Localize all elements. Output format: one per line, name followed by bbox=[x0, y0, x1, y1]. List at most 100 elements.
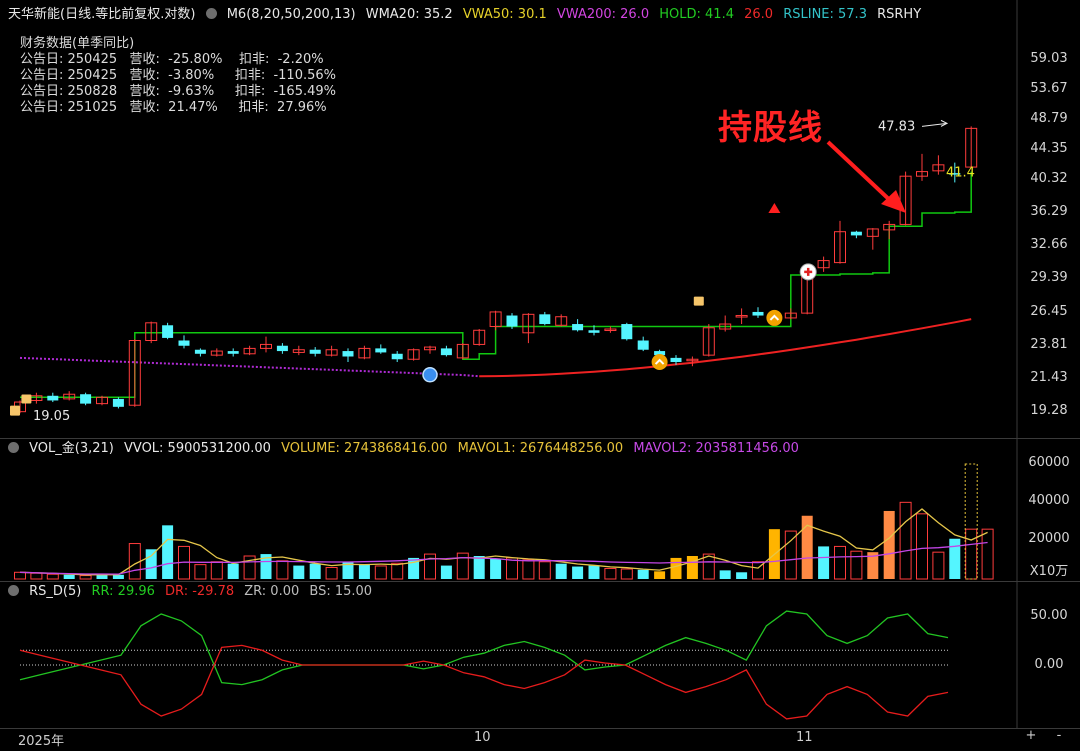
financial-row: 公告日: 251025 营收: 21.47% 扣非: 27.96% bbox=[20, 100, 327, 115]
financial-row: 公告日: 250828 营收: -9.63% 扣非: -165.49% bbox=[20, 84, 337, 99]
vwa200-value: VWA200: 26.0 bbox=[556, 7, 650, 22]
price-axis-label: 53.67 bbox=[1030, 80, 1068, 96]
x-axis-year: 2025年 bbox=[18, 734, 65, 749]
financial-title: 财务数据(单季同比) bbox=[20, 36, 135, 51]
dr-line bbox=[19, 644, 949, 720]
volume-bar bbox=[14, 571, 26, 580]
volume-bar bbox=[63, 574, 75, 579]
candle-body bbox=[309, 349, 321, 354]
rsrhy-label: RSRHY bbox=[877, 7, 922, 22]
rr-line bbox=[19, 610, 949, 686]
annotation-arrow-line bbox=[826, 140, 897, 207]
volume-bar bbox=[30, 572, 43, 580]
rs-name: RS_D(5) bbox=[29, 584, 82, 599]
volume-bar bbox=[473, 556, 485, 579]
settings-dot-icon[interactable] bbox=[8, 585, 19, 596]
vwa200-line-dotted bbox=[19, 356, 480, 378]
up-triangle-icon bbox=[768, 202, 781, 213]
candle-body bbox=[670, 357, 682, 363]
wma20-value: WMA20: 35.2 bbox=[365, 7, 453, 22]
volume-bar bbox=[834, 545, 846, 580]
candle-body bbox=[227, 351, 239, 354]
volume-bar bbox=[654, 571, 666, 579]
volume-bar bbox=[932, 551, 945, 580]
settings-dot-icon[interactable] bbox=[205, 8, 217, 19]
indicator-label: M6(8,20,50,200,13) bbox=[226, 7, 356, 22]
volume-bar bbox=[440, 565, 452, 579]
panel-separator bbox=[0, 438, 1080, 439]
volume-bar bbox=[276, 560, 289, 580]
bs-value: BS: 15.00 bbox=[309, 584, 373, 599]
candle-body bbox=[850, 231, 862, 236]
volume-value: VOLUME: 2743868416.00 bbox=[281, 441, 448, 456]
note-icon bbox=[693, 296, 704, 306]
buy-signal-icon bbox=[766, 309, 783, 326]
rsline-value: RSLINE: 57.3 bbox=[783, 7, 867, 22]
settings-dot-icon[interactable] bbox=[8, 442, 19, 453]
volume-bar bbox=[981, 528, 994, 580]
volume-bar bbox=[46, 573, 59, 580]
volume-bar bbox=[719, 570, 731, 579]
volume-bar bbox=[949, 538, 961, 579]
panel-separator bbox=[0, 581, 1080, 582]
vol-name: VOL_金(3,21) bbox=[29, 441, 114, 456]
note-icon bbox=[10, 405, 20, 416]
volume-bar bbox=[358, 564, 370, 579]
candle-body bbox=[588, 330, 600, 333]
price-axis-label: 29.39 bbox=[1030, 270, 1068, 286]
volume-bar bbox=[128, 543, 141, 580]
rs-axis-label: 50.00 bbox=[1030, 608, 1068, 623]
zoom-in-button[interactable]: + bbox=[1020, 728, 1042, 748]
vvol-value: VVOL: 5900531200.00 bbox=[124, 441, 271, 456]
mavol2-value: MAVOL2: 2035811456.00 bbox=[633, 441, 799, 456]
candle-body bbox=[112, 398, 124, 407]
volume-bar bbox=[555, 563, 567, 579]
hold2-value: 26.0 bbox=[744, 7, 774, 22]
dr-value: DR: -29.78 bbox=[165, 584, 235, 599]
x-axis-month: 11 bbox=[796, 730, 813, 745]
volume-bar bbox=[572, 566, 584, 579]
volume-bar bbox=[79, 575, 92, 580]
volume-bar bbox=[374, 565, 387, 580]
volume-bar bbox=[112, 574, 124, 579]
volume-bar-outline bbox=[964, 463, 978, 580]
volume-bar bbox=[784, 530, 797, 580]
price-axis-label: 59.03 bbox=[1030, 51, 1068, 66]
volume-bar bbox=[736, 572, 748, 579]
candle-body bbox=[276, 345, 288, 352]
candle-body bbox=[375, 348, 387, 353]
volume-bar bbox=[686, 556, 698, 579]
vwa50-value: VWA50: 30.1 bbox=[462, 7, 547, 22]
volume-bar bbox=[850, 550, 863, 580]
candle-body bbox=[178, 340, 190, 346]
arrow-icon bbox=[921, 119, 949, 127]
candle-body bbox=[162, 325, 174, 338]
volume-bar bbox=[538, 561, 551, 580]
volume-bar bbox=[145, 549, 157, 579]
volume-bar bbox=[588, 565, 600, 579]
volume-bar bbox=[965, 528, 978, 580]
volume-bar bbox=[818, 546, 830, 579]
volume-bar bbox=[162, 525, 174, 579]
financial-row: 公告日: 250425 营收: -3.80% 扣非: -110.56% bbox=[20, 68, 337, 83]
volume-bar bbox=[916, 513, 928, 580]
volume-bar bbox=[883, 510, 895, 579]
volume-bar bbox=[522, 559, 535, 580]
volume-bar bbox=[506, 557, 518, 580]
candle-body bbox=[47, 395, 59, 401]
candle-body bbox=[752, 311, 764, 316]
volume-bar bbox=[293, 565, 305, 579]
candle-body bbox=[572, 324, 584, 331]
candle-body bbox=[391, 353, 403, 360]
candle-body bbox=[80, 394, 92, 404]
price-axis-label: 21.43 bbox=[1030, 369, 1068, 385]
volume-bar bbox=[670, 557, 682, 579]
rr-value: RR: 29.96 bbox=[91, 584, 155, 599]
zoom-out-button[interactable]: - bbox=[1048, 728, 1070, 748]
volume-bar bbox=[620, 568, 633, 580]
price-axis-label: 23.81 bbox=[1030, 336, 1068, 352]
volume-bar bbox=[309, 563, 321, 579]
candle-body bbox=[194, 349, 206, 354]
high-price-label: 47.83 bbox=[878, 119, 915, 134]
candle-body bbox=[506, 315, 518, 327]
